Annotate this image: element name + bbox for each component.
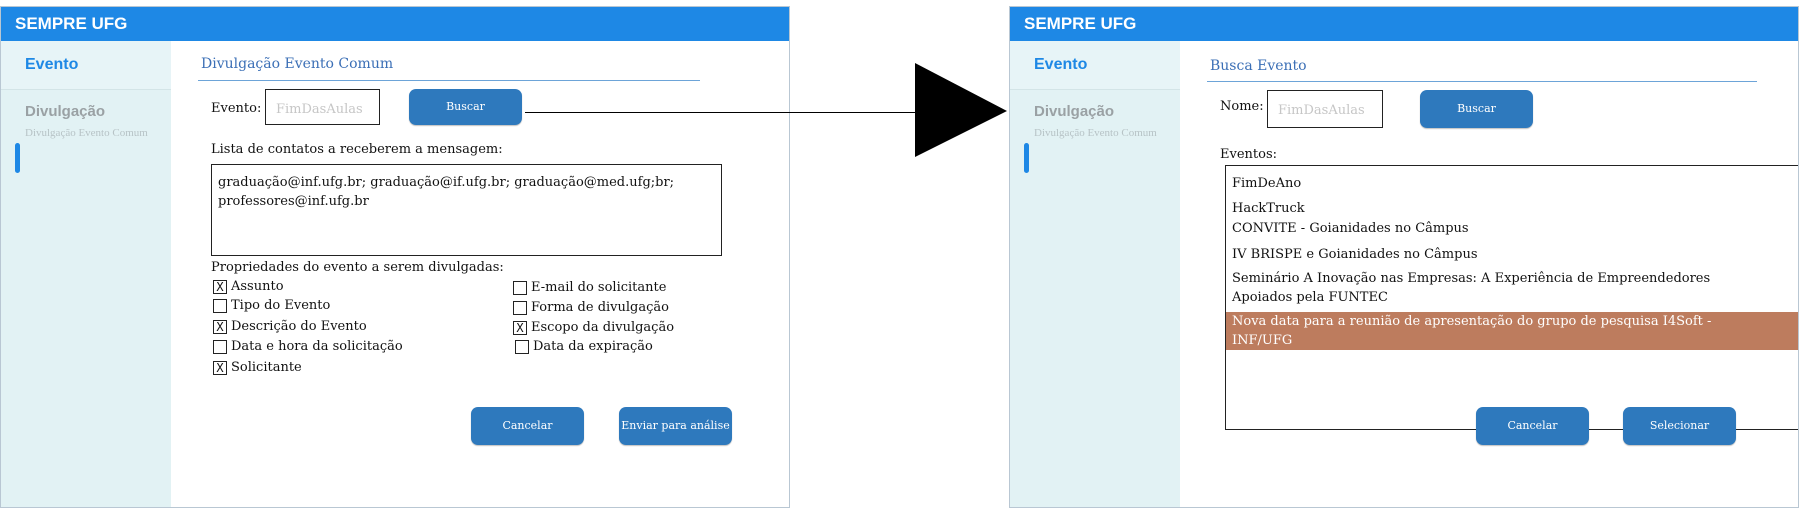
main-content: Divulgação Evento Comum Evento: FimDasAu… (171, 41, 789, 507)
checkbox-label: Assunto (231, 279, 284, 294)
sidebar-item-divulgacao[interactable]: Divulgação (1034, 103, 1114, 120)
properties-label: Propriedades do evento a serem divulgada… (211, 260, 504, 275)
sidebar-item-divulgacao[interactable]: Divulgação (25, 103, 105, 120)
cancel-button[interactable]: Cancelar (471, 407, 584, 445)
search-button[interactable]: Buscar (1420, 90, 1533, 128)
checkbox-data-da-expiracao[interactable]: Data da expiração (515, 339, 653, 354)
checkbox-label: Forma de divulgação (531, 300, 669, 315)
sidebar-item-label: Evento (25, 56, 79, 73)
search-button[interactable]: Buscar (409, 89, 522, 125)
checkbox-box[interactable] (513, 300, 527, 315)
checkbox-assunto[interactable]: X Assunto (213, 279, 284, 294)
checkbox-solicitante[interactable]: X Solicitante (213, 360, 302, 375)
sidebar-subitem-divulgacao-evento-comum[interactable]: Divulgação Evento Comum (1034, 127, 1157, 139)
checkbox-label: Descrição do Evento (231, 319, 367, 334)
checkbox-box[interactable] (513, 280, 527, 295)
checkbox-box[interactable] (515, 339, 529, 354)
app-title: SEMPRE UFG (1010, 7, 1798, 41)
events-label: Eventos: (1220, 147, 1278, 162)
list-item-line: INF/UFG (1232, 333, 1293, 348)
checkbox-data-e-hora[interactable]: Data e hora da solicitação (213, 339, 403, 354)
cancel-button[interactable]: Cancelar (1476, 407, 1589, 445)
list-item[interactable]: CONVITE - Goianidades no Câmpus (1232, 219, 1798, 238)
checkbox-label: Solicitante (231, 360, 302, 375)
sidebar-subitem-divulgacao-evento-comum[interactable]: Divulgação Evento Comum (25, 127, 148, 139)
event-input[interactable]: FimDasAulas (265, 89, 380, 125)
checkbox-label: E-mail do solicitante (531, 280, 667, 295)
events-listbox[interactable]: FimDeAno HackTruck CONVITE - Goianidades… (1225, 165, 1798, 430)
sidebar-item-evento[interactable]: Evento (1, 41, 171, 90)
checkbox-tipo-do-evento[interactable]: Tipo do Evento (213, 298, 330, 313)
contacts-label: Lista de contatos a receberem a mensagem… (211, 142, 503, 157)
checkbox-label: Tipo do Evento (231, 298, 331, 313)
list-item-selected[interactable]: Nova data para a reunião de apresentação… (1226, 312, 1798, 350)
checkbox-box[interactable] (213, 298, 227, 313)
checkbox-box[interactable]: X (213, 279, 227, 294)
right-window: SEMPRE UFG Evento Divulgação Divulgação … (1009, 6, 1799, 508)
sidebar-scroll-indicator[interactable] (1024, 143, 1029, 173)
arrow-icon (915, 63, 1007, 157)
sidebar: Evento Divulgação Divulgação Evento Comu… (1010, 41, 1180, 507)
list-item[interactable]: Seminário A Inovação nas Empresas: A Exp… (1232, 269, 1798, 307)
checkbox-box[interactable]: X (513, 320, 527, 335)
event-label: Evento: (211, 101, 262, 116)
page-title: Busca Evento (1210, 58, 1307, 74)
list-item[interactable]: FimDeAno (1232, 174, 1798, 193)
name-label: Nome: (1220, 99, 1264, 114)
list-item-line: Apoiados pela FUNTEC (1232, 290, 1388, 305)
page-title: Divulgação Evento Comum (201, 56, 394, 72)
main-content: Busca Evento Nome: FimDasAulas Buscar Ev… (1180, 41, 1798, 507)
checkbox-label: Data e hora da solicitação (231, 339, 403, 354)
sidebar-scroll-indicator[interactable] (15, 143, 20, 173)
sidebar-item-evento[interactable]: Evento (1010, 41, 1180, 90)
checkbox-box[interactable]: X (213, 319, 227, 334)
sidebar-item-label: Evento (1034, 56, 1088, 73)
list-item[interactable]: HackTruck (1232, 199, 1798, 218)
checkbox-label: Data da expiração (533, 339, 653, 354)
checkbox-forma-de-divulgacao[interactable]: Forma de divulgação (513, 300, 669, 315)
checkbox-escopo-da-divulgacao[interactable]: X Escopo da divulgação (513, 320, 674, 335)
submit-for-review-button[interactable]: Enviar para análise (619, 407, 732, 445)
checkbox-descricao-do-evento[interactable]: X Descrição do Evento (213, 319, 367, 334)
left-window: SEMPRE UFG Evento Divulgação Divulgação … (0, 6, 790, 508)
list-item-line: Nova data para a reunião de apresentação… (1232, 314, 1712, 329)
title-divider (198, 80, 700, 81)
select-button[interactable]: Selecionar (1623, 407, 1736, 445)
list-item-line: Seminário A Inovação nas Empresas: A Exp… (1232, 271, 1711, 286)
name-input[interactable]: FimDasAulas (1267, 90, 1383, 128)
contacts-line: professores@inf.ufg.br (218, 194, 369, 209)
title-divider (1207, 81, 1757, 82)
checkbox-box[interactable] (213, 339, 227, 354)
checkbox-box[interactable]: X (213, 360, 227, 375)
sidebar: Evento Divulgação Divulgação Evento Comu… (1, 41, 171, 507)
list-item[interactable]: IV BRISPE e Goianidades no Câmpus (1232, 245, 1798, 264)
checkbox-email-do-solicitante[interactable]: E-mail do solicitante (513, 280, 666, 295)
contacts-line: graduação@inf.ufg.br; graduação@if.ufg.b… (218, 175, 675, 190)
checkbox-label: Escopo da divulgação (531, 320, 675, 335)
app-title: SEMPRE UFG (1, 7, 789, 41)
arrow-connector-line (525, 112, 925, 113)
contacts-textarea[interactable]: graduação@inf.ufg.br; graduação@if.ufg.b… (211, 164, 722, 256)
